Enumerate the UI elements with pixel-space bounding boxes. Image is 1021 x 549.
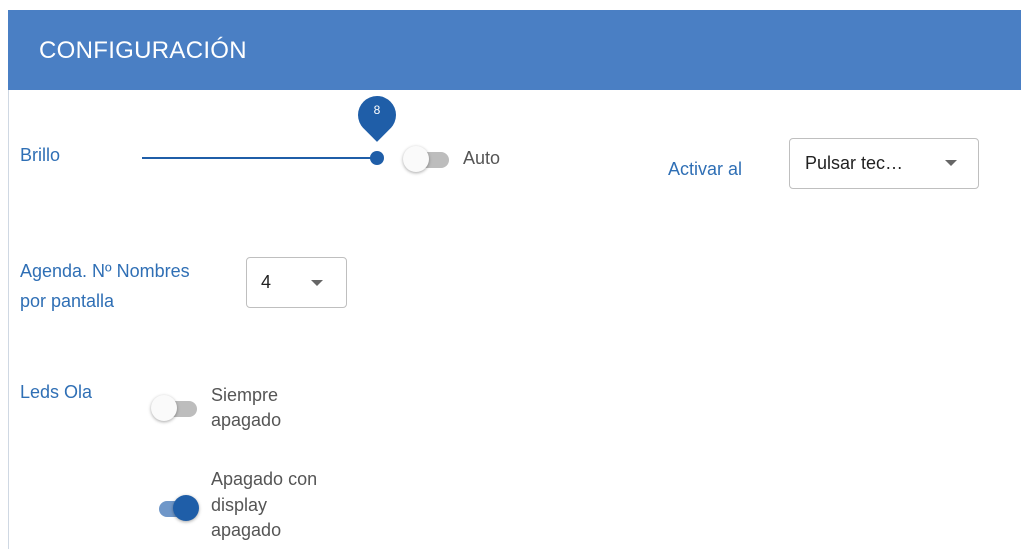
brightness-slider-track[interactable] <box>142 157 377 159</box>
page-title: CONFIGURACIÓN <box>39 37 247 64</box>
off-with-display-label-line3: apagado <box>211 520 282 540</box>
leds-label: Leds Ola <box>20 382 93 402</box>
toggle-knob <box>173 495 199 521</box>
header-bar: CONFIGURACIÓN <box>8 10 1021 90</box>
always-off-label-line1: Siempre <box>211 385 279 405</box>
auto-label: Auto <box>463 148 501 168</box>
activate-on-label: Activar al <box>668 159 743 179</box>
brightness-value: 8 <box>373 103 381 117</box>
toggle-knob <box>403 146 429 172</box>
brightness-label: Brillo <box>20 145 61 165</box>
agenda-label-line1: Agenda. Nº Nombres <box>20 261 190 281</box>
toggle-knob <box>151 395 177 421</box>
off-with-display-label-line1: Apagado con <box>211 469 318 489</box>
activate-on-value: Pulsar tec… <box>805 153 904 173</box>
activate-on-select[interactable]: Pulsar tec… <box>789 138 979 189</box>
names-per-screen-select[interactable]: 4 <box>246 257 347 308</box>
names-per-screen-value: 4 <box>261 272 272 292</box>
chevron-down-icon <box>945 160 957 166</box>
off-with-display-toggle[interactable] <box>151 494 199 522</box>
off-with-display-label-line2: display <box>211 495 268 515</box>
agenda-label-line2: por pantalla <box>20 291 115 311</box>
auto-brightness-toggle[interactable] <box>403 145 451 173</box>
always-off-toggle[interactable] <box>151 394 199 422</box>
always-off-label-line2: apagado <box>211 410 282 430</box>
brightness-slider-thumb[interactable] <box>370 151 384 165</box>
chevron-down-icon <box>311 280 323 286</box>
